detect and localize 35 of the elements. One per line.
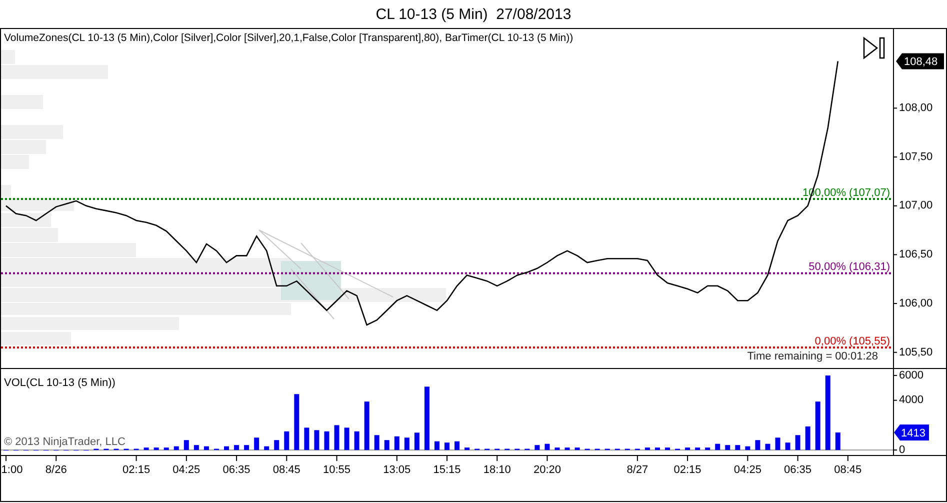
level-label: 0,00% (105,55) [814, 335, 890, 348]
last-price-flag: 108,48 [896, 53, 944, 70]
time-label: 08:45 [272, 464, 300, 476]
time-label: 02:15 [122, 464, 150, 476]
time-label: 1:00 [1, 464, 23, 476]
time-label: 8/27 [626, 464, 648, 476]
copyright-text: © 2013 NinjaTrader, LLC [4, 436, 126, 448]
indicator-label: VolumeZones(CL 10-13 (5 Min),Color [Silver],Color [Silver],20,1,False,Color [Transparent],80), BarTimer(CL 10-13 (5 Min)) [4, 32, 574, 44]
time-label: 8/26 [45, 464, 67, 476]
time-label: 04:25 [734, 464, 762, 476]
axis-label: 105,50 [899, 346, 933, 358]
time-label: 10:55 [322, 464, 351, 476]
time-label: 06:35 [784, 464, 812, 476]
last-volume-flag: 1413 [894, 424, 929, 440]
skip-end-icon[interactable] [863, 37, 885, 59]
axis-label: 4000 [899, 394, 924, 406]
time-label: 15:15 [433, 464, 461, 476]
axis-label: 6000 [899, 369, 924, 382]
axis-label: 107,50 [899, 150, 933, 163]
level-label: 50,00% (106,31) [808, 261, 890, 274]
time-label: 04:25 [172, 464, 200, 476]
time-label: 20:20 [533, 464, 561, 476]
chart-title: CL 10-13 (5 Min) 27/08/2013 [374, 4, 572, 24]
time-label: 18:10 [483, 464, 511, 476]
axis-label: 106,50 [899, 248, 933, 261]
time-label: 13:05 [383, 464, 411, 476]
time-label: 02:15 [674, 464, 702, 476]
volume-label: VOL(CL 10-13 (5 Min)) [4, 377, 116, 389]
time-label: 06:35 [222, 464, 250, 476]
axis-label: 107,00 [899, 200, 933, 212]
axis-label: 106,00 [899, 297, 933, 310]
time-label: 08:45 [834, 464, 862, 476]
axis-label: 0 [899, 444, 906, 456]
axis-label: 108,00 [899, 102, 933, 114]
timer-text: Time remaining = 00:01:28 [747, 350, 878, 362]
